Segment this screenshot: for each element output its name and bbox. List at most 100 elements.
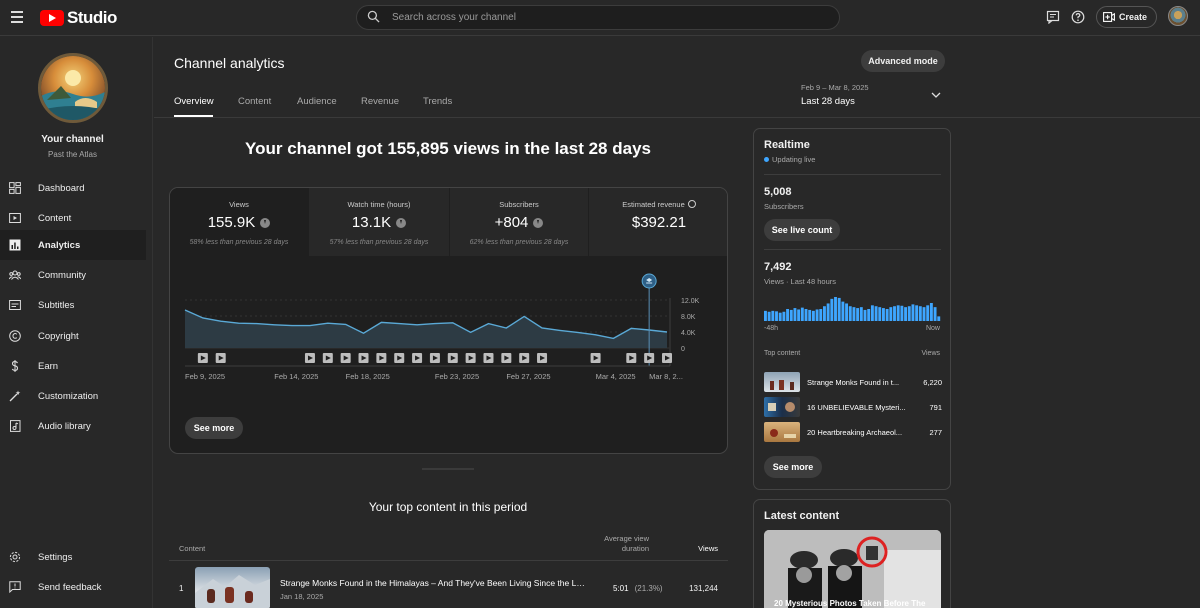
data-point[interactable] bbox=[612, 337, 615, 340]
tab-revenue[interactable]: Revenue bbox=[361, 96, 399, 107]
tab-audience[interactable]: Audience bbox=[297, 96, 337, 107]
data-point[interactable] bbox=[630, 327, 633, 330]
channel-avatar[interactable] bbox=[38, 53, 108, 123]
realtime-bar[interactable] bbox=[937, 316, 941, 321]
realtime-bar[interactable] bbox=[808, 309, 812, 321]
realtime-bar[interactable] bbox=[778, 312, 782, 321]
realtime-bar[interactable] bbox=[929, 303, 933, 321]
realtime-bar[interactable] bbox=[882, 308, 885, 321]
data-point[interactable] bbox=[398, 322, 401, 325]
realtime-bar[interactable] bbox=[848, 306, 852, 321]
sidebar-item-copyright[interactable]: Copyright bbox=[0, 321, 146, 351]
video-thumbnail[interactable] bbox=[195, 567, 270, 608]
realtime-bar[interactable] bbox=[837, 297, 841, 321]
realtime-bar[interactable] bbox=[797, 309, 801, 321]
column-header-views[interactable]: Views bbox=[698, 544, 718, 553]
realtime-bar[interactable] bbox=[811, 310, 815, 321]
realtime-bar[interactable] bbox=[878, 307, 882, 321]
realtime-bar[interactable] bbox=[782, 311, 786, 321]
see-more-button[interactable]: See more bbox=[185, 417, 243, 439]
data-point[interactable] bbox=[219, 320, 222, 323]
advanced-mode-button[interactable]: Advanced mode bbox=[861, 50, 945, 72]
realtime-bar[interactable] bbox=[918, 306, 922, 321]
video-marker-icon[interactable] bbox=[412, 353, 423, 363]
data-point[interactable] bbox=[291, 324, 294, 327]
data-point[interactable] bbox=[665, 330, 668, 333]
date-range-picker[interactable]: Feb 9 – Mar 8, 2025 Last 28 days bbox=[801, 83, 946, 109]
latest-video-thumbnail[interactable] bbox=[764, 530, 941, 608]
video-marker-icon[interactable] bbox=[322, 353, 333, 363]
tab-trends[interactable]: Trends bbox=[423, 96, 452, 107]
metric-revenue[interactable]: Estimated revenue $392.21 bbox=[588, 188, 727, 256]
realtime-bar[interactable] bbox=[885, 309, 889, 321]
realtime-bar[interactable] bbox=[800, 307, 804, 321]
sidebar-item-earn[interactable]: Earn bbox=[0, 351, 146, 381]
views-line-chart[interactable]: 12.0K 8.0K 4.0K 0 Feb 9, 2025 Feb 14, 2025 Feb… bbox=[170, 256, 728, 416]
data-point[interactable] bbox=[308, 324, 311, 327]
sidebar-item-content[interactable]: Content bbox=[0, 203, 146, 233]
column-header-avd-line2[interactable]: duration bbox=[603, 544, 649, 553]
realtime-bar[interactable] bbox=[867, 309, 871, 321]
data-point[interactable] bbox=[505, 326, 508, 329]
data-point[interactable] bbox=[344, 323, 347, 326]
help-icon[interactable] bbox=[1071, 10, 1085, 24]
data-point[interactable] bbox=[273, 323, 276, 326]
sidebar-item-send-feedback[interactable]: Send feedback bbox=[0, 572, 146, 602]
data-point[interactable] bbox=[415, 323, 418, 326]
video-marker-icon[interactable] bbox=[429, 353, 440, 363]
realtime-top-item[interactable]: 20 Heartbreaking Archaeol... 277 bbox=[764, 422, 942, 442]
data-point[interactable] bbox=[523, 315, 526, 318]
video-marker-icon[interactable] bbox=[304, 353, 315, 363]
realtime-bar[interactable] bbox=[815, 309, 819, 321]
tab-content[interactable]: Content bbox=[238, 96, 271, 107]
realtime-bar[interactable] bbox=[841, 301, 845, 321]
data-point[interactable] bbox=[201, 316, 204, 319]
sidebar-item-community[interactable]: Community bbox=[0, 260, 146, 290]
video-marker-icon[interactable] bbox=[447, 353, 458, 363]
video-marker-icon[interactable] bbox=[519, 353, 530, 363]
create-button[interactable]: Create bbox=[1096, 6, 1157, 28]
data-point[interactable] bbox=[576, 331, 579, 334]
realtime-bar[interactable] bbox=[863, 309, 867, 321]
account-avatar[interactable] bbox=[1168, 6, 1188, 26]
realtime-see-more-button[interactable]: See more bbox=[764, 456, 822, 478]
realtime-top-item[interactable]: Strange Monks Found in t... 6,220 bbox=[764, 372, 942, 392]
realtime-bar[interactable] bbox=[830, 298, 834, 321]
data-point[interactable] bbox=[487, 322, 490, 325]
data-point[interactable] bbox=[183, 308, 186, 311]
sidebar-item-settings[interactable]: Settings bbox=[0, 542, 146, 572]
metric-views[interactable]: Views 155.9K 58% less than previous 28 d… bbox=[170, 188, 308, 256]
video-marker-icon[interactable] bbox=[662, 353, 672, 363]
tab-overview[interactable]: Overview bbox=[174, 96, 214, 107]
data-point[interactable] bbox=[558, 329, 561, 332]
video-marker-icon[interactable] bbox=[537, 353, 548, 363]
column-header-content[interactable]: Content bbox=[179, 544, 205, 553]
realtime-bar[interactable] bbox=[826, 303, 830, 321]
realtime-bar[interactable] bbox=[789, 309, 793, 321]
realtime-bar[interactable] bbox=[834, 297, 837, 321]
video-marker-icon[interactable] bbox=[590, 353, 601, 363]
sidebar-item-audio-library[interactable]: Audio library bbox=[0, 411, 146, 441]
table-row[interactable]: 1 Strange Monks Found in the Himalayas –… bbox=[169, 562, 728, 608]
realtime-bar[interactable] bbox=[804, 309, 808, 321]
data-point[interactable] bbox=[380, 321, 383, 324]
sidebar-item-analytics[interactable]: Analytics bbox=[0, 230, 146, 260]
realtime-bar[interactable] bbox=[786, 309, 790, 321]
sidebar-item-customization[interactable]: Customization bbox=[0, 381, 146, 411]
realtime-bar[interactable] bbox=[889, 307, 893, 321]
realtime-bar[interactable] bbox=[900, 305, 904, 321]
video-title[interactable]: Strange Monks Found in the Himalayas – A… bbox=[280, 578, 585, 588]
realtime-views-bar-chart[interactable] bbox=[764, 295, 941, 321]
video-marker-icon[interactable] bbox=[215, 353, 226, 363]
latest-upload-marker-icon[interactable] bbox=[641, 273, 657, 289]
metric-watch-time[interactable]: Watch time (hours) 13.1K 57% less than p… bbox=[308, 188, 449, 256]
data-point[interactable] bbox=[594, 333, 597, 336]
video-marker-icon[interactable] bbox=[501, 353, 512, 363]
realtime-bar[interactable] bbox=[859, 307, 863, 321]
realtime-bar[interactable] bbox=[874, 306, 878, 321]
hamburger-menu-icon[interactable] bbox=[11, 11, 23, 23]
see-live-count-button[interactable]: See live count bbox=[764, 219, 840, 241]
realtime-top-item[interactable]: 16 UNBELIEVABLE Mysteri... 791 bbox=[764, 397, 942, 417]
realtime-bar[interactable] bbox=[771, 310, 775, 321]
realtime-bar[interactable] bbox=[915, 305, 919, 321]
